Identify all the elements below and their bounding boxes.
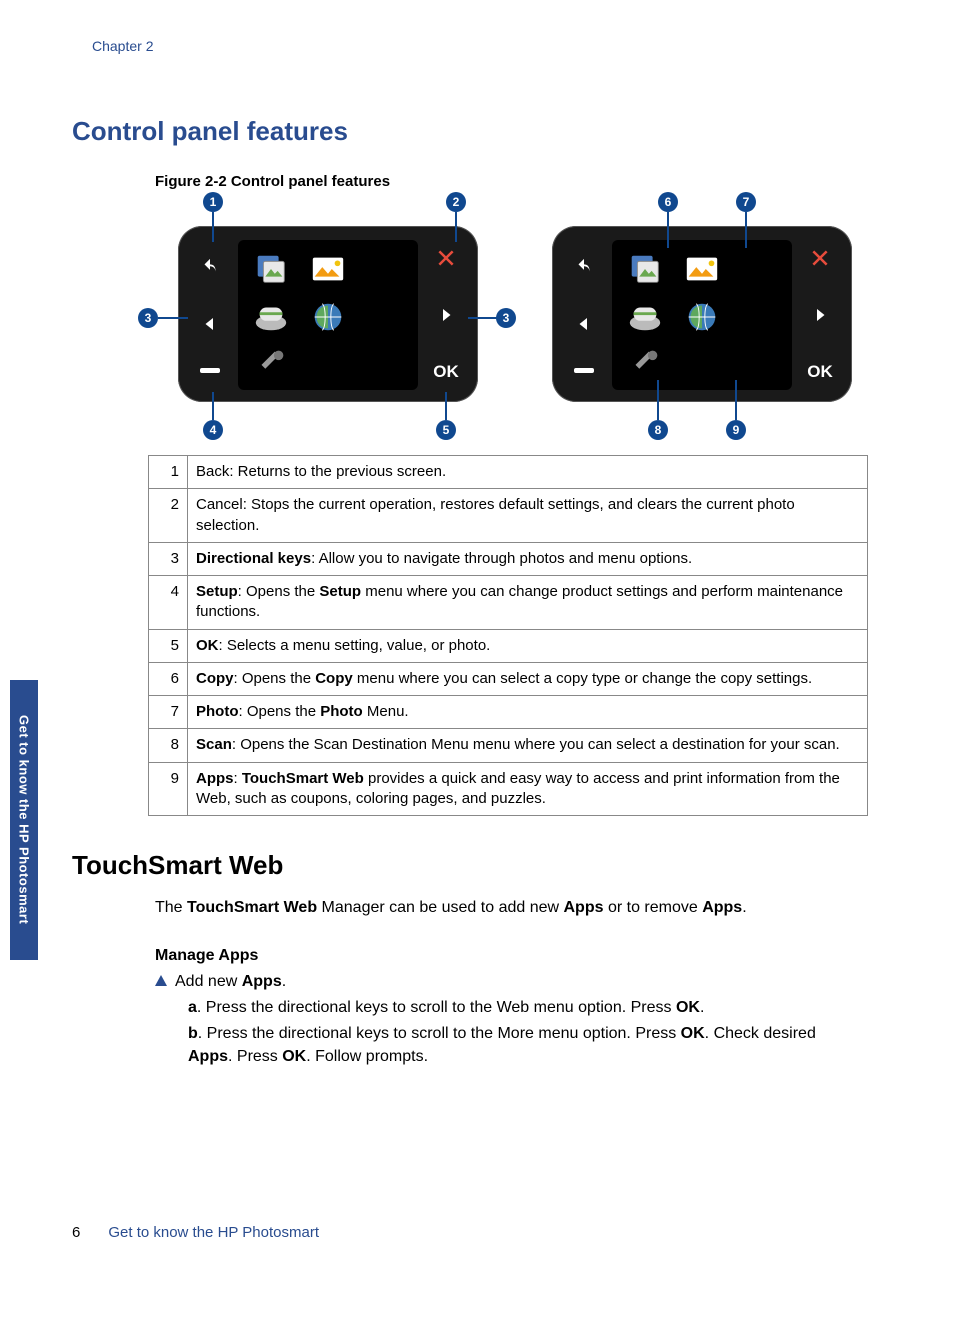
callout-line [735, 380, 737, 420]
cell-num: 2 [149, 489, 188, 543]
cell-desc: Photo: Opens the Photo Menu. [188, 696, 868, 729]
cell-desc: Cancel: Stops the current operation, res… [188, 489, 868, 543]
home-bar-icon [574, 368, 594, 373]
callout-7: 7 [736, 192, 756, 212]
nav-strip-right-1: OK [424, 240, 468, 390]
cell-num: 9 [149, 762, 188, 816]
left-arrow-icon [201, 315, 219, 333]
cell-num: 6 [149, 662, 188, 695]
photo-icon [303, 248, 354, 290]
callout-1: 1 [203, 192, 223, 212]
figure-caption: Figure 2-2 Control panel features [155, 173, 390, 190]
scan-icon [246, 296, 297, 338]
setup-icon [246, 344, 297, 382]
step-a: a. Press the directional keys to scroll … [188, 996, 838, 1019]
callout-line [445, 392, 447, 420]
nav-strip-left-2 [562, 240, 606, 390]
callout-3b: 3 [496, 308, 516, 328]
step-b: b. Press the directional keys to scroll … [188, 1022, 848, 1068]
cell-num: 5 [149, 629, 188, 662]
side-tab: Get to know the HP Photosmart [10, 680, 38, 960]
side-tab-text: Get to know the HP Photosmart [17, 715, 32, 924]
copy-icon [620, 248, 671, 290]
callout-line [212, 392, 214, 420]
copy-icon [246, 248, 297, 290]
control-panel-left: OK [178, 226, 478, 402]
manage-apps-subhead: Manage Apps [155, 944, 258, 967]
cell-desc: OK: Selects a menu setting, value, or ph… [188, 629, 868, 662]
cell-num: 3 [149, 542, 188, 575]
photo-icon [677, 248, 728, 290]
cell-desc: Directional keys: Allow you to navigate … [188, 542, 868, 575]
ok-label-2: OK [807, 362, 833, 382]
cancel-icon [810, 248, 830, 268]
callout-2: 2 [446, 192, 466, 212]
callout-6: 6 [658, 192, 678, 212]
page-footer: 6 Get to know the HP Photosmart [72, 1224, 319, 1241]
add-apps-line: Add new Apps. [155, 970, 286, 993]
nav-strip-right-2: OK [798, 240, 842, 390]
screen-left [238, 240, 418, 390]
chapter-label: Chapter 2 [92, 38, 153, 54]
touchsmart-intro: The TouchSmart Web Manager can be used t… [155, 896, 855, 919]
feature-table: 1Back: Returns to the previous screen. 2… [148, 455, 868, 816]
callout-line [455, 212, 457, 242]
setup-icon [620, 344, 671, 382]
cell-desc: Scan: Opens the Scan Destination Menu me… [188, 729, 868, 762]
page-number: 6 [72, 1224, 80, 1241]
back-icon [573, 258, 595, 280]
callout-3: 3 [138, 308, 158, 328]
ok-label-1: OK [433, 362, 459, 382]
right-arrow-icon [811, 306, 829, 324]
cell-desc: Back: Returns to the previous screen. [188, 456, 868, 489]
cell-num: 7 [149, 696, 188, 729]
back-icon [199, 258, 221, 280]
footer-text: Get to know the HP Photosmart [108, 1224, 319, 1241]
section-heading-control-panel: Control panel features [72, 116, 348, 147]
callout-8: 8 [648, 420, 668, 440]
screen-right [612, 240, 792, 390]
callout-5: 5 [436, 420, 456, 440]
cancel-icon [436, 248, 456, 268]
cell-num: 4 [149, 576, 188, 630]
section-heading-touchsmart: TouchSmart Web [72, 850, 283, 881]
callout-9: 9 [726, 420, 746, 440]
left-arrow-icon [575, 315, 593, 333]
cell-num: 8 [149, 729, 188, 762]
callout-line [158, 317, 188, 319]
home-bar-icon [200, 368, 220, 373]
nav-strip-left [188, 240, 232, 390]
apps-icon [677, 296, 728, 338]
control-panel-right: OK [552, 226, 852, 402]
callout-4: 4 [203, 420, 223, 440]
callout-line [212, 212, 214, 242]
scan-icon [620, 296, 671, 338]
callout-line [657, 380, 659, 420]
callout-line [745, 212, 747, 248]
apps-icon [303, 296, 354, 338]
callout-line [468, 317, 498, 319]
cell-desc: Copy: Opens the Copy menu where you can … [188, 662, 868, 695]
cell-desc: Setup: Opens the Setup menu where you ca… [188, 576, 868, 630]
callout-line [667, 212, 669, 248]
cell-num: 1 [149, 456, 188, 489]
right-arrow-icon [437, 306, 455, 324]
triangle-bullet-icon [155, 975, 167, 986]
cell-desc: Apps: TouchSmart Web provides a quick an… [188, 762, 868, 816]
